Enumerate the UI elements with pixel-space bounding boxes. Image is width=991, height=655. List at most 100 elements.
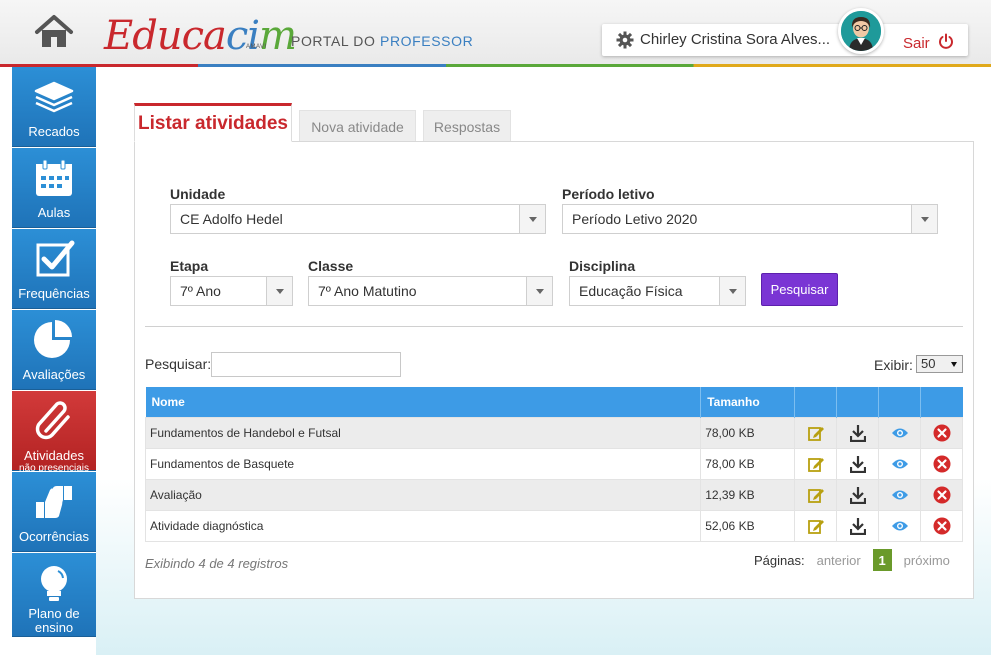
column-header-download [836, 387, 880, 417]
tab-nova-atividade[interactable]: Nova atividade [299, 110, 416, 142]
sidebar-item-label: Aulas [37, 205, 71, 220]
sidebar-item-aulas[interactable]: Aulas [12, 148, 96, 228]
sidebar-item-frequencias[interactable]: Frequências [12, 229, 96, 309]
delete-icon[interactable] [920, 416, 963, 449]
show-label: Exibir: [874, 357, 913, 373]
eye-icon[interactable] [878, 447, 921, 480]
sidebar-item-label: Ocorrências [18, 529, 90, 544]
cell-nome: Fundamentos de Handebol e Futsal [144, 416, 702, 449]
eye-icon[interactable] [878, 416, 921, 449]
current-page[interactable]: 1 [872, 549, 892, 571]
etapa-label: Etapa [170, 258, 209, 274]
column-header-nome[interactable]: Nome [145, 387, 702, 417]
disciplina-value: Educação Física [579, 283, 683, 299]
cell-nome: Avaliação [144, 478, 702, 511]
delete-icon[interactable] [920, 447, 963, 480]
chevron-down-icon [266, 277, 292, 305]
avatar[interactable] [838, 8, 884, 54]
search-label: Pesquisar: [145, 356, 212, 372]
classe-label: Classe [308, 258, 354, 274]
column-header-view [878, 387, 921, 417]
previous-page-link[interactable]: anterior [817, 553, 861, 568]
edit-icon[interactable] [794, 478, 838, 511]
cell-nome: Atividade diagnóstica [144, 509, 702, 542]
periodo-value: Período Letivo 2020 [572, 211, 698, 227]
power-icon [938, 33, 954, 53]
classe-value: 7º Ano Matutino [318, 283, 417, 299]
logout-label: Sair [903, 34, 930, 52]
unidade-select[interactable]: CE Adolfo Hedel [170, 204, 546, 234]
logout-button[interactable]: Sair [903, 33, 954, 53]
download-icon[interactable] [836, 447, 880, 480]
column-header-edit [794, 387, 838, 417]
sidebar-item-label: Plano de ensino [28, 606, 80, 635]
home-icon[interactable] [34, 14, 74, 50]
sidebar-item-recados[interactable]: Recados [12, 67, 96, 147]
edit-icon[interactable] [794, 509, 838, 542]
pie-chart-icon [32, 320, 76, 360]
eye-icon[interactable] [878, 478, 921, 511]
portal-title: Portal do Professor [291, 33, 474, 49]
thumbs-icon [32, 482, 76, 522]
download-icon[interactable] [836, 478, 880, 511]
edit-icon[interactable] [794, 416, 838, 449]
search-button[interactable]: Pesquisar [761, 273, 838, 306]
delete-icon[interactable] [920, 478, 963, 511]
cell-tamanho: 78,00 KB [700, 447, 796, 480]
tab-listar-atividades[interactable]: Listar atividades [134, 103, 292, 142]
cell-tamanho: 78,00 KB [700, 416, 796, 449]
checkbox-icon [32, 239, 76, 279]
lightbulb-icon [32, 563, 76, 603]
divider [145, 326, 963, 327]
search-input[interactable] [211, 352, 401, 377]
table-row: Fundamentos de Basquete 78,00 KB [144, 447, 963, 480]
edit-icon[interactable] [794, 447, 838, 480]
sidebar-item-label: Avaliações [22, 367, 86, 382]
cell-tamanho: 12,39 KB [700, 478, 796, 511]
user-name[interactable]: Chirley Cristina Sora Alves... [640, 31, 830, 48]
chevron-down-icon [526, 277, 552, 305]
tab-respostas[interactable]: Respostas [423, 110, 511, 142]
download-icon[interactable] [836, 416, 880, 449]
unidade-label: Unidade [170, 186, 226, 202]
table-row: Fundamentos de Handebol e Futsal 78,00 K… [144, 416, 963, 449]
chevron-down-icon [719, 277, 745, 305]
cell-tamanho: 52,06 KB [700, 509, 796, 542]
disciplina-select[interactable]: Educação Física [569, 276, 746, 306]
column-header-delete [920, 387, 963, 417]
sidebar-item-atividades[interactable]: Atividades não presenciais [12, 391, 96, 475]
etapa-value: 7º Ano [180, 283, 221, 299]
stack-icon [32, 77, 76, 117]
column-header-tamanho[interactable]: Tamanho [700, 387, 796, 417]
etapa-select[interactable]: 7º Ano [170, 276, 293, 306]
pagination-label: Páginas: [754, 552, 805, 568]
sidebar-item-ocorrencias[interactable]: Ocorrências [12, 472, 96, 552]
sidebar-item-label: Atividades não presenciais [18, 448, 90, 475]
table-header-row: Nome Tamanho [145, 387, 963, 417]
table-row: Atividade diagnóstica 52,06 KB [144, 509, 963, 542]
disciplina-label: Disciplina [569, 258, 636, 274]
download-icon[interactable] [836, 509, 880, 542]
sidebar-item-plano-de-ensino[interactable]: Plano de ensino [12, 553, 96, 637]
gear-icon[interactable] [616, 31, 634, 49]
periodo-select[interactable]: Período Letivo 2020 [562, 204, 938, 234]
chevron-down-icon [911, 205, 937, 233]
educacim-logo: Educacim AMAVI [104, 13, 297, 59]
eye-icon[interactable] [878, 509, 921, 542]
sidebar-item-avaliacoes[interactable]: Avaliações [12, 310, 96, 390]
activities-table: Nome Tamanho Fundamentos de Handebol e F… [144, 387, 963, 542]
sidebar-item-label: Recados [28, 124, 80, 139]
classe-select[interactable]: 7º Ano Matutino [308, 276, 553, 306]
paperclip-icon [32, 401, 76, 441]
delete-icon[interactable] [920, 509, 963, 542]
next-page-link[interactable]: próximo [904, 553, 950, 568]
chevron-down-icon [519, 205, 545, 233]
sidebar-item-label: Frequências [18, 286, 90, 301]
table-row: Avaliação 12,39 KB [144, 478, 963, 511]
unidade-value: CE Adolfo Hedel [180, 211, 283, 227]
sidebar: Recados Aulas Frequências Avaliações Ati… [12, 67, 96, 639]
logo-subtitle: AMAVI [246, 44, 267, 50]
page-size-select[interactable]: 50 [916, 355, 963, 373]
periodo-label: Período letivo [562, 186, 655, 202]
pagination: Páginas: anterior 1 próximo [754, 549, 962, 571]
